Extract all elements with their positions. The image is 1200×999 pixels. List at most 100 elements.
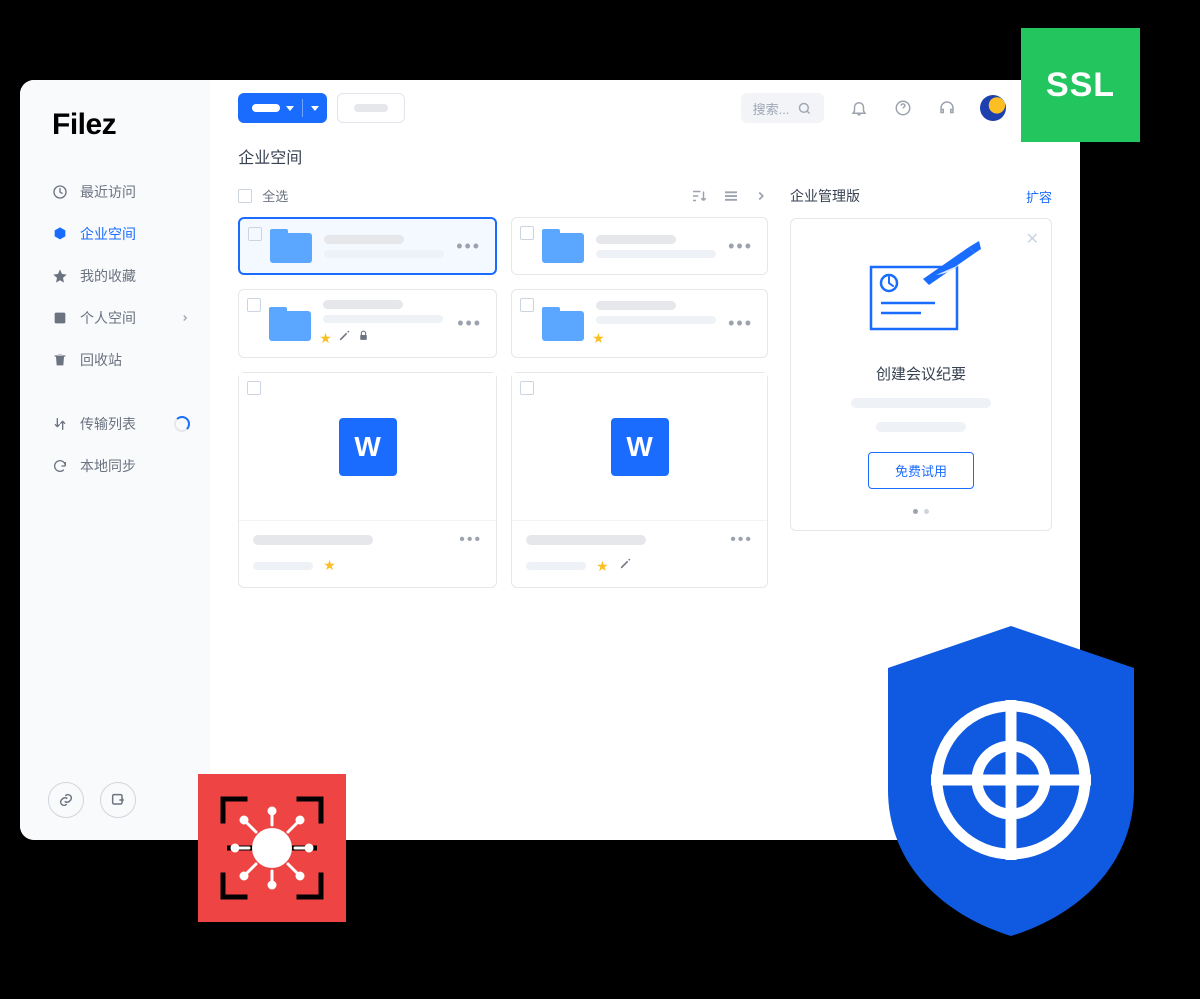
doc-preview: W [512,373,767,521]
right-panel: 企业管理版 扩容 ✕ [790,186,1052,588]
file-toolbar: 全选 [238,186,768,217]
more-icon[interactable]: ••• [456,236,481,257]
panel-header: 企业管理版 扩容 [790,186,1052,218]
search-icon [797,101,812,116]
promo-title: 创建会议纪要 [876,363,966,384]
pencil-icon [338,329,351,347]
caret-down-icon [311,106,319,111]
pencil-icon [619,557,632,575]
nav-enterprise-space[interactable]: 企业空间 [20,214,210,254]
nav-label: 最近访问 [80,182,136,202]
card-checkbox[interactable] [520,226,534,240]
close-icon[interactable]: ✕ [1026,229,1039,249]
nav-local-sync[interactable]: 本地同步 [20,446,210,486]
card-checkbox[interactable] [247,298,261,312]
sidebar-nav: 最近访问 企业空间 我的收藏 个人空间 回收站 传输列表 [20,172,210,486]
transfer-icon [52,416,68,432]
nav-recent[interactable]: 最近访问 [20,172,210,212]
sidebar-footer [48,782,136,818]
sort-button[interactable] [690,187,708,205]
folder-card[interactable]: ••• [238,217,497,275]
more-icon[interactable]: ••• [728,313,753,334]
promo-card: ✕ 创建会议纪要 [790,218,1052,531]
free-trial-button[interactable]: 免费试用 [868,452,974,489]
word-icon: W [339,418,397,476]
chevron-right-icon [180,310,190,326]
expand-button[interactable] [754,189,768,203]
select-all-checkbox[interactable]: 全选 [238,186,288,205]
nav-transfers[interactable]: 传输列表 [20,404,210,444]
placeholder-line [851,398,991,408]
folder-card[interactable]: ★ ••• [238,289,497,358]
sidebar: Filez 最近访问 企业空间 我的收藏 个人空间 回收站 [20,80,210,840]
word-icon: W [611,418,669,476]
caret-down-icon [286,106,294,111]
virus-scan-badge [198,774,346,922]
user-avatar[interactable] [980,95,1006,121]
more-icon[interactable]: ••• [457,313,482,334]
doc-preview: W [239,373,496,521]
view-controls [690,187,768,205]
checkbox-icon [238,189,252,203]
content-row: 全选 ••• [210,186,1080,588]
nav-personal-space[interactable]: 个人空间 [20,298,210,338]
document-card[interactable]: W ••• ★ [238,372,497,588]
folder-card[interactable]: ★ ••• [511,289,768,358]
star-icon: ★ [596,558,609,575]
expand-storage-link[interactable]: 扩容 [1026,187,1052,206]
promo-illustration [851,239,991,349]
nav-label: 我的收藏 [80,266,136,286]
nav-label: 回收站 [80,350,122,370]
file-area: 全选 ••• [238,186,768,588]
card-checkbox[interactable] [520,298,534,312]
share-button[interactable] [100,782,136,818]
placeholder-icon [252,104,280,112]
search-input[interactable]: 搜索... [741,93,825,123]
headset-icon[interactable] [938,99,956,117]
nav-label: 企业空间 [80,224,136,244]
note-icon [52,310,68,326]
link-button[interactable] [48,782,84,818]
folder-icon [269,307,311,341]
lock-icon [357,329,370,347]
list-view-button[interactable] [722,187,740,205]
shield-badge [876,620,1146,945]
star-icon: ★ [323,557,336,574]
nav-label: 传输列表 [80,414,136,434]
trash-icon [52,352,68,368]
more-icon[interactable]: ••• [730,531,753,549]
ssl-badge: SSL [1021,28,1140,142]
clock-icon [52,184,68,200]
nav-label: 个人空间 [80,308,136,328]
help-icon[interactable] [894,99,912,117]
nav-favorites[interactable]: 我的收藏 [20,256,210,296]
nav-trash[interactable]: 回收站 [20,340,210,380]
panel-title: 企业管理版 [790,186,860,206]
carousel-dots[interactable] [913,509,929,514]
bell-icon[interactable] [850,99,868,117]
star-icon: ★ [592,330,605,347]
more-icon[interactable]: ••• [459,531,482,549]
sync-icon [52,458,68,474]
select-all-label: 全选 [262,186,288,205]
new-dropdown[interactable] [238,93,327,123]
card-checkbox[interactable] [248,227,262,241]
star-icon [52,268,68,284]
document-card[interactable]: W ••• ★ [511,372,768,588]
spinner-icon [174,416,190,432]
folder-card[interactable]: ••• [511,217,768,275]
nav-divider [20,382,210,402]
secondary-action-button[interactable] [337,93,405,123]
folder-icon [542,229,584,263]
placeholder-line [876,422,966,432]
section-title: 企业空间 [210,136,1080,186]
search-placeholder: 搜索... [753,99,790,118]
folder-icon [542,307,584,341]
topbar: 搜索... Judy [210,80,1080,136]
nav-label: 本地同步 [80,456,136,476]
more-icon[interactable]: ••• [728,236,753,257]
folder-icon [270,229,312,263]
hexagon-icon [52,226,68,242]
card-checkbox[interactable] [520,381,534,395]
card-checkbox[interactable] [247,381,261,395]
